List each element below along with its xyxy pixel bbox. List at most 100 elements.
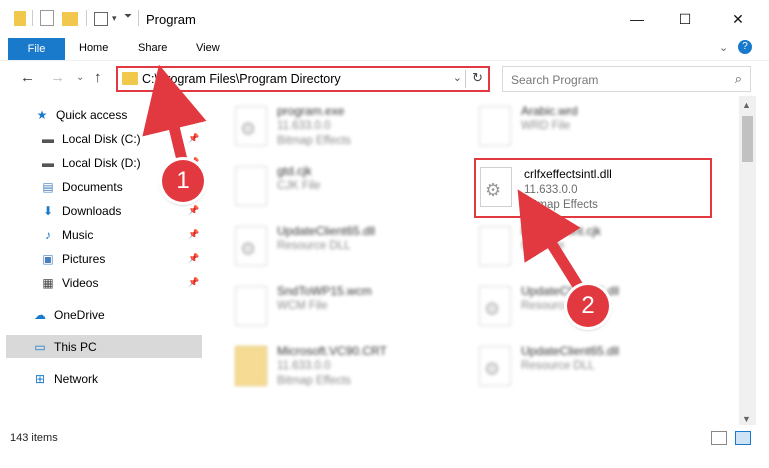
- tab-home[interactable]: Home: [79, 42, 108, 54]
- sidebar-item-pictures[interactable]: ▣ Pictures: [40, 248, 105, 270]
- file-name[interactable]: crlfxeffectsintl.dll: [524, 167, 612, 181]
- divider: [32, 10, 33, 26]
- address-path[interactable]: C:\Program Files\Program Directory: [142, 72, 341, 86]
- minimize-button[interactable]: —: [614, 0, 660, 38]
- view-options-icon[interactable]: [94, 12, 108, 26]
- window-title: Program: [146, 12, 196, 27]
- file-name[interactable]: DefaultFont.cjk: [521, 224, 601, 238]
- tab-share[interactable]: Share: [138, 42, 167, 54]
- sidebar-item-label: Local Disk (D:): [62, 156, 141, 170]
- search-input[interactable]: Search Program: [511, 73, 598, 87]
- pin-icon[interactable]: 📌: [188, 205, 199, 216]
- dll-file-icon: [479, 346, 511, 386]
- step-1-badge: 1: [162, 160, 204, 202]
- sidebar-item-onedrive[interactable]: ☁ OneDrive: [32, 304, 105, 326]
- pin-icon[interactable]: 📌: [188, 277, 199, 288]
- sidebar-item-videos[interactable]: ▦ Videos: [40, 272, 98, 294]
- search-icon[interactable]: ⌕: [735, 71, 742, 87]
- sidebar-item-label: Downloads: [62, 204, 122, 218]
- file-detail: Resource DLL: [277, 240, 351, 252]
- file-item[interactable]: DefaultFont.cjk CJK File: [479, 224, 719, 284]
- sidebar-item-local-disk-d[interactable]: ▬ Local Disk (D:): [40, 152, 141, 174]
- customize-toolbar-icon[interactable]: ⏷: [124, 11, 132, 29]
- drive-icon: ▬: [42, 132, 54, 146]
- file-name[interactable]: Arabic.wrd: [521, 104, 578, 118]
- file-name[interactable]: SndToWP15.wcm: [277, 284, 372, 298]
- forward-button[interactable]: →: [50, 69, 65, 86]
- status-bar: 143 items: [0, 425, 769, 468]
- file-detail: WRD File: [521, 120, 571, 132]
- tab-view[interactable]: View: [196, 42, 220, 54]
- address-row: ← → ⌄ ↑ C:\Program Files\Program Directo…: [0, 60, 769, 96]
- step-2-badge: 2: [567, 285, 609, 327]
- pin-icon[interactable]: 📌: [188, 229, 199, 240]
- sidebar-item-label: Pictures: [62, 252, 106, 266]
- file-detail: 11.633.0.0: [277, 120, 331, 132]
- computer-icon: ▭: [34, 340, 46, 354]
- large-icons-view-icon[interactable]: [735, 431, 751, 445]
- file-item[interactable]: UpdateClient65.dll Resource DLL: [479, 344, 719, 404]
- sidebar-item-downloads[interactable]: ⬇ Downloads: [40, 200, 121, 222]
- file-item[interactable]: Arabic.wrd WRD File: [479, 104, 719, 164]
- maximize-button[interactable]: ☐: [662, 0, 708, 38]
- sidebar-item-label: Quick access: [56, 108, 128, 122]
- download-icon: ⬇: [42, 204, 54, 218]
- file-name[interactable]: Microsoft.VC90.CRT: [277, 344, 387, 358]
- sidebar-item-this-pc[interactable]: ▭ This PC: [32, 336, 97, 358]
- expand-ribbon-button[interactable]: ⌄: [719, 41, 728, 54]
- file-item[interactable]: SndToWP15.wcm WCM File: [235, 284, 475, 344]
- tab-file[interactable]: File: [8, 38, 65, 60]
- drive-icon: ▬: [42, 156, 54, 170]
- dll-file-icon: [480, 167, 512, 207]
- new-folder-icon[interactable]: [62, 12, 78, 26]
- pin-icon[interactable]: 📌: [188, 253, 199, 264]
- file-item[interactable]: program.exe 11.633.0.0 Bitmap Effects: [235, 104, 475, 164]
- file-detail: WCM File: [277, 300, 328, 312]
- divider: [86, 10, 87, 26]
- pin-icon[interactable]: 📌: [188, 133, 199, 144]
- help-button[interactable]: ?: [738, 40, 752, 54]
- file-name[interactable]: UpdateClient65.dll: [277, 224, 375, 238]
- chevron-down-icon[interactable]: ▾: [112, 13, 117, 31]
- dll-file-icon: [235, 226, 267, 266]
- title-bar: ▾ ⏷ Program — ☐ ✕: [0, 0, 769, 38]
- file-name[interactable]: UpdateClient65.dll: [521, 344, 619, 358]
- refresh-button[interactable]: ↻: [472, 70, 483, 86]
- scrollbar-thumb[interactable]: [742, 116, 753, 162]
- sidebar-item-local-disk-c[interactable]: ▬ Local Disk (C:): [40, 128, 141, 150]
- back-button[interactable]: ←: [20, 69, 35, 86]
- scroll-down-icon[interactable]: ▼: [742, 414, 751, 424]
- network-icon: ⊞: [34, 372, 46, 386]
- sidebar-item-quick-access[interactable]: ★ Quick access: [34, 104, 128, 126]
- file-detail: Bitmap Effects: [277, 375, 351, 387]
- sidebar-item-label: OneDrive: [54, 308, 105, 322]
- folder-icon: [14, 11, 26, 26]
- file-icon: [235, 166, 267, 206]
- file-description: Bitmap Effects: [524, 199, 598, 211]
- file-version: 11.633.0.0: [524, 184, 578, 196]
- up-button[interactable]: ↑: [94, 69, 102, 86]
- chevron-down-icon[interactable]: ⌄: [453, 71, 462, 84]
- item-count: 143 items: [10, 432, 58, 444]
- file-item[interactable]: gtd.cjk CJK File: [235, 164, 475, 224]
- sidebar-item-label: This PC: [54, 340, 97, 354]
- file-item[interactable]: UpdateClient65.dll Resource DLL: [235, 224, 475, 284]
- details-view-icon[interactable]: [711, 431, 727, 445]
- file-name[interactable]: program.exe: [277, 104, 344, 118]
- address-bar[interactable]: C:\Program Files\Program Directory ⌄ ↻: [116, 66, 490, 92]
- properties-icon[interactable]: [40, 10, 54, 26]
- sidebar-item-label: Music: [62, 228, 94, 242]
- sidebar-item-music[interactable]: ♪ Music: [40, 224, 93, 246]
- file-detail: Bitmap Effects: [277, 135, 351, 147]
- scroll-up-icon[interactable]: ▲: [742, 100, 751, 110]
- sidebar-item-documents[interactable]: ▤ Documents: [40, 176, 122, 198]
- file-name[interactable]: gtd.cjk: [277, 164, 312, 178]
- sidebar-item-network[interactable]: ⊞ Network: [32, 368, 98, 390]
- vertical-scrollbar[interactable]: ▲ ▼: [739, 96, 756, 425]
- search-box[interactable]: Search Program ⌕: [502, 66, 751, 92]
- file-detail: CJK File: [277, 180, 321, 192]
- file-item[interactable]: Microsoft.VC90.CRT 11.633.0.0 Bitmap Effec…: [235, 344, 475, 404]
- file-icon: [235, 286, 267, 326]
- recent-locations-button[interactable]: ⌄: [76, 72, 84, 83]
- close-button[interactable]: ✕: [715, 0, 761, 38]
